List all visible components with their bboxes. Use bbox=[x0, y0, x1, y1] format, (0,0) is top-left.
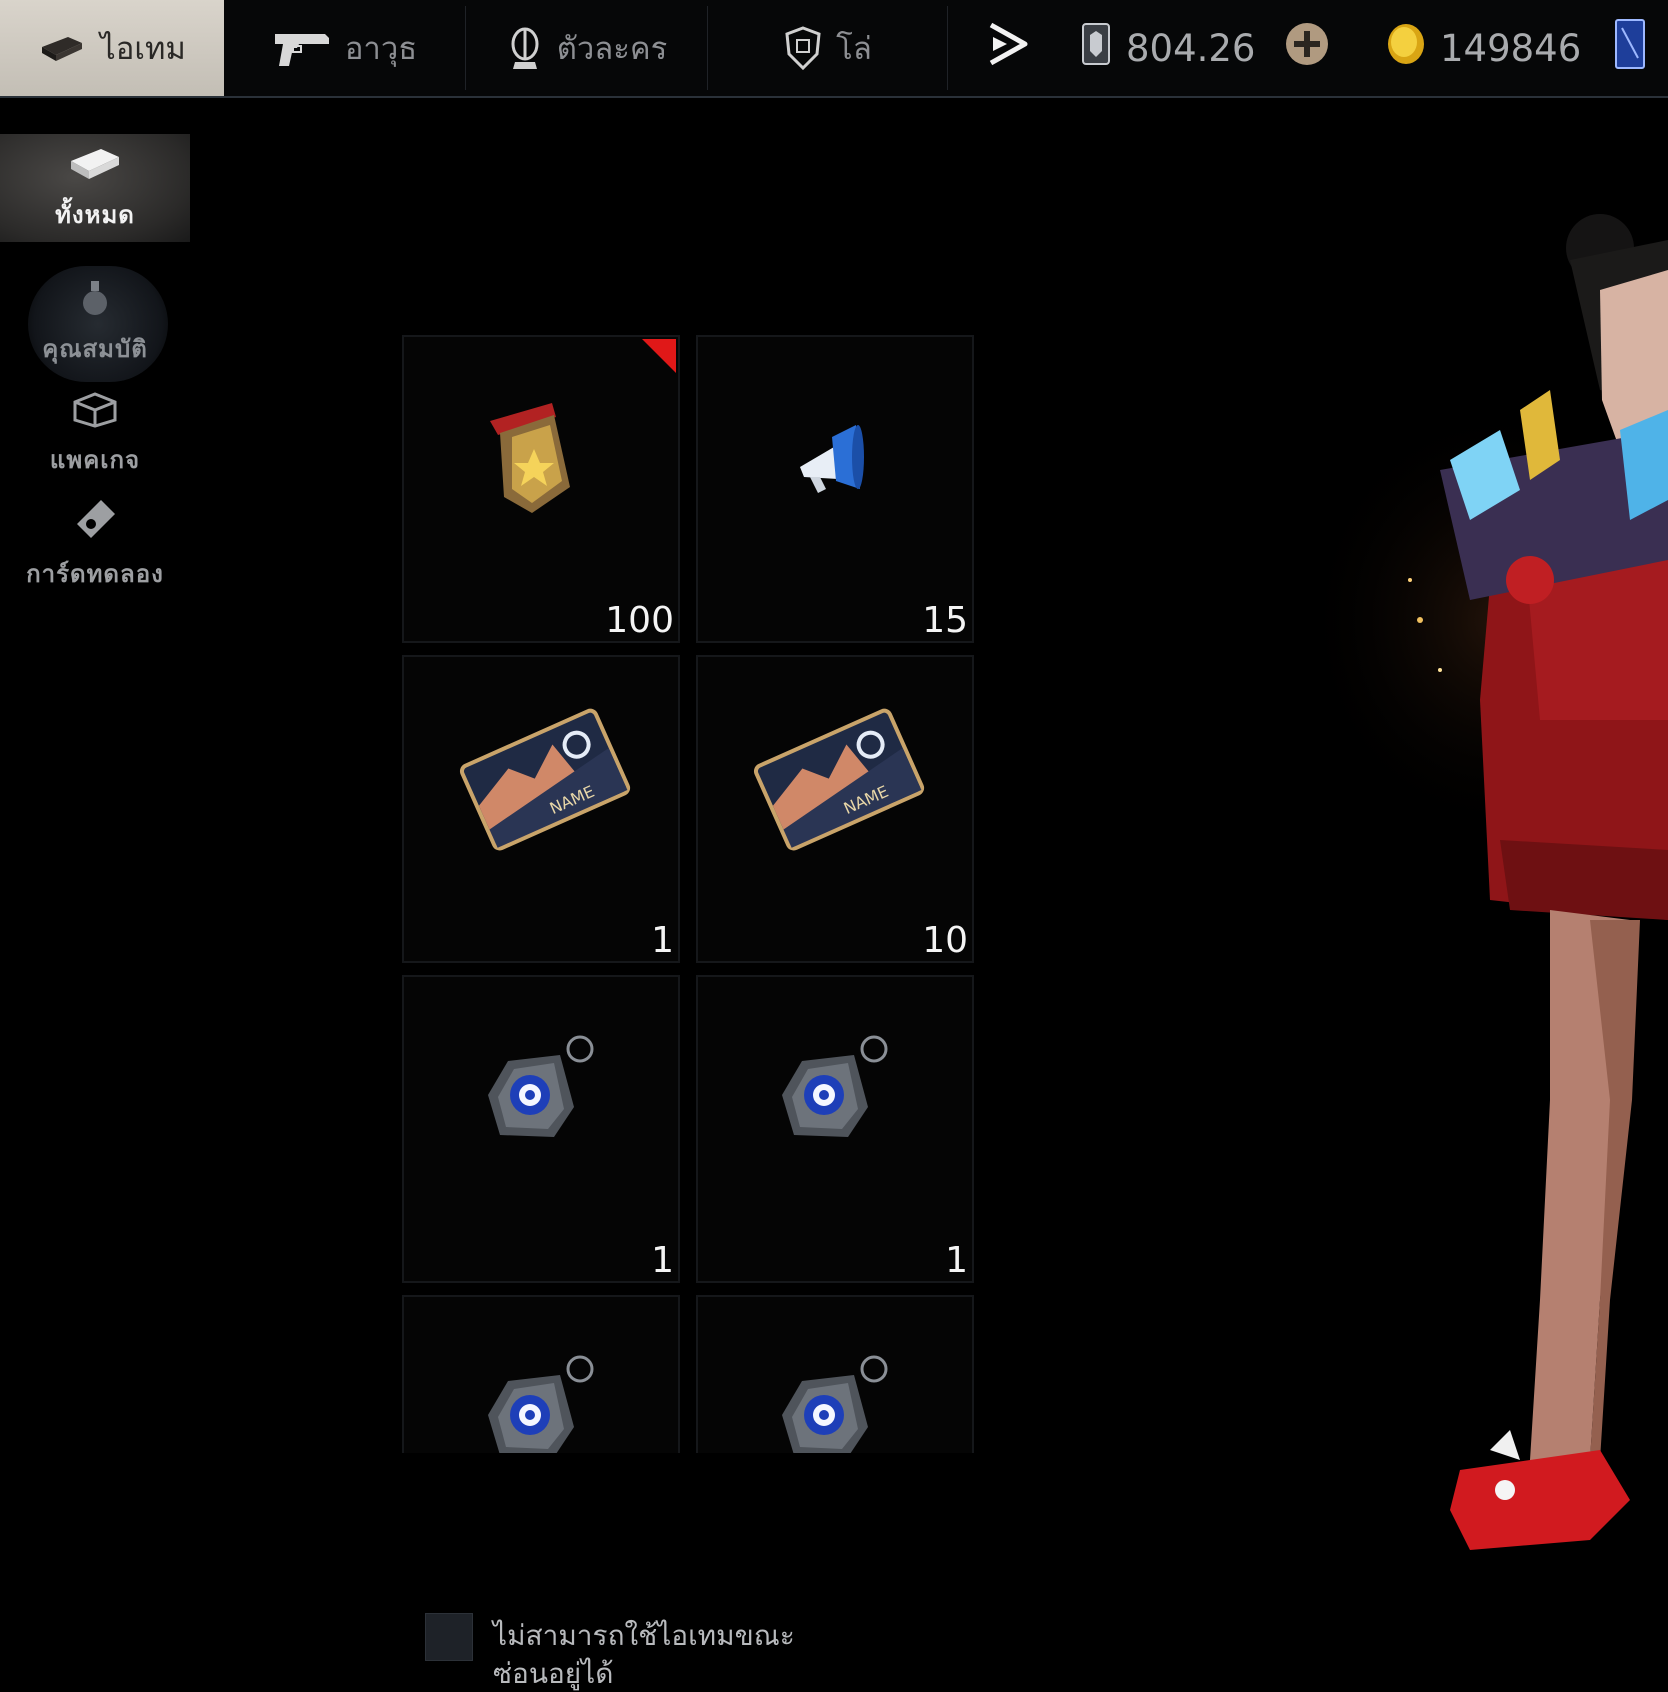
item-quantity: 1 bbox=[945, 1240, 968, 1281]
tab-items[interactable]: ไอเทม bbox=[0, 0, 224, 96]
dog-tag-icon bbox=[404, 1297, 678, 1453]
gold-value: 149846 bbox=[1440, 26, 1582, 70]
diamond-balance: 804.26 bbox=[1080, 0, 1255, 96]
tab-shields[interactable]: โล่ bbox=[708, 0, 948, 96]
item-box-icon bbox=[67, 143, 123, 189]
package-icon bbox=[71, 388, 119, 434]
extra-currency[interactable] bbox=[1614, 0, 1648, 96]
medal-icon bbox=[404, 337, 678, 641]
tab-label: โล่ bbox=[836, 31, 872, 67]
dog-tag-icon bbox=[404, 977, 678, 1281]
item-quantity: 10 bbox=[922, 920, 968, 961]
item-quantity: 1 bbox=[651, 920, 674, 961]
tab-label: ไอเทม bbox=[100, 31, 186, 67]
shield-icon bbox=[784, 26, 822, 70]
sidebar-item-properties[interactable]: คุณสมบัติ bbox=[0, 262, 190, 382]
top-navigation-bar: ไอเทม อาวุธ ตัวละคร โล่ 804.26 149846 bbox=[0, 0, 1668, 98]
sidebar-item-trial-card[interactable]: การ์ดทดลอง bbox=[0, 496, 190, 588]
sidebar-item-package[interactable]: แพคเกจ bbox=[0, 388, 190, 478]
play-arrow-icon bbox=[985, 21, 1029, 76]
gold-balance: 149846 bbox=[1386, 0, 1581, 96]
trial-card-icon bbox=[71, 496, 119, 548]
sidebar-item-label: ทั้งหมด bbox=[55, 200, 135, 229]
sidebar-item-label: การ์ดทดลอง bbox=[26, 560, 164, 588]
hide-items-label: ไม่สามารถใช้ไอเทมขณะซ่อนอยู่ได้ bbox=[493, 1619, 795, 1690]
inventory-slot[interactable]: 1 bbox=[402, 975, 680, 1283]
tab-weapons[interactable]: อาวุธ bbox=[224, 0, 466, 96]
inventory-slot[interactable]: 15 bbox=[696, 335, 974, 643]
item-quantity: 1 bbox=[651, 1240, 674, 1281]
character-preview[interactable] bbox=[1300, 200, 1668, 1600]
plus-icon bbox=[1284, 21, 1330, 76]
character-icon bbox=[507, 26, 543, 70]
item-quantity: 100 bbox=[605, 600, 674, 641]
tab-label: ตัวละคร bbox=[556, 31, 668, 67]
play-button[interactable] bbox=[985, 0, 1029, 96]
megaphone-icon bbox=[698, 337, 972, 641]
sidebar-item-label: คุณสมบัติ bbox=[42, 334, 148, 363]
inventory-slot[interactable]: 1 bbox=[696, 975, 974, 1283]
hide-items-checkbox[interactable] bbox=[425, 1613, 473, 1661]
inventory-slot[interactable]: NAME 1 bbox=[402, 655, 680, 963]
add-currency-button[interactable] bbox=[1284, 0, 1330, 96]
inventory-slot[interactable]: NAME 10 bbox=[696, 655, 974, 963]
item-quantity: 15 bbox=[922, 600, 968, 641]
name-change-card-icon: NAME bbox=[404, 657, 678, 961]
inventory-slot[interactable]: 100 bbox=[402, 335, 680, 643]
item-box-icon bbox=[38, 31, 86, 65]
pistol-icon bbox=[273, 28, 331, 68]
gold-coin-icon bbox=[1386, 22, 1426, 75]
inventory-slot[interactable] bbox=[402, 1295, 680, 1453]
inventory-slot[interactable] bbox=[696, 1295, 974, 1453]
dog-tag-icon bbox=[698, 1297, 972, 1453]
sidebar-item-label: แพคเกจ bbox=[49, 446, 141, 474]
dog-tag-icon bbox=[698, 977, 972, 1281]
diamond-card-icon bbox=[1080, 21, 1112, 76]
diamond-value: 804.26 bbox=[1126, 26, 1256, 70]
grenade-icon bbox=[75, 277, 115, 323]
name-change-card-icon: NAME bbox=[698, 657, 972, 961]
tab-label: อาวุธ bbox=[344, 31, 418, 67]
inventory-grid: 100 15 NAME 1 NAME 10 1 1 bbox=[402, 335, 977, 1453]
sidebar-item-all[interactable]: ทั้งหมด bbox=[0, 134, 190, 242]
tab-characters[interactable]: ตัวละคร bbox=[466, 0, 708, 96]
blue-card-icon bbox=[1614, 18, 1648, 79]
